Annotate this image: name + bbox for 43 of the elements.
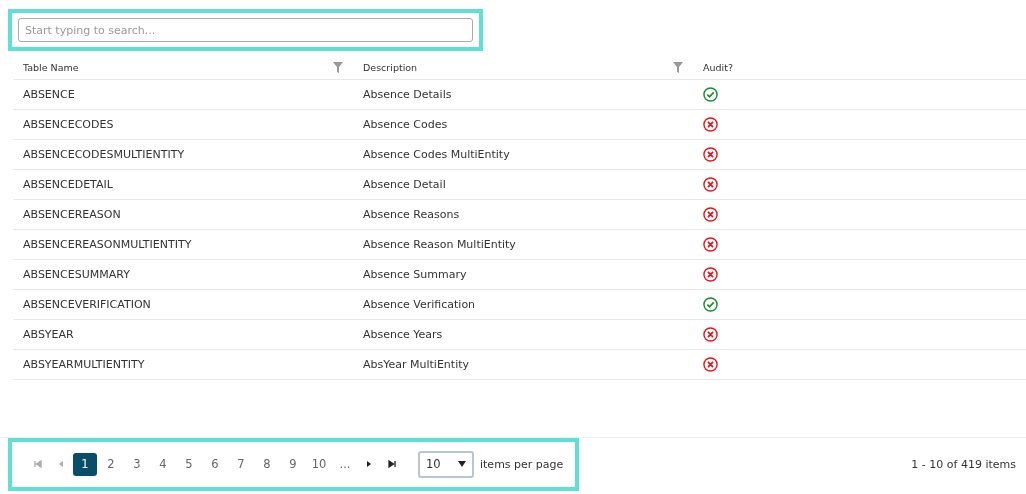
filter-icon[interactable] xyxy=(673,61,683,73)
filter-icon[interactable] xyxy=(333,61,343,73)
table-cell: ABSENCEREASONMULTIENTITY xyxy=(23,238,192,251)
page-button[interactable]: 6 xyxy=(203,452,227,476)
table-cell: Absence Codes MultiEntity xyxy=(363,148,510,161)
column-header[interactable]: Audit? xyxy=(703,61,733,73)
table-cell: ABSENCEDETAIL xyxy=(23,178,113,191)
page-size-dropdown[interactable]: 10 xyxy=(418,450,474,478)
page-button[interactable]: 10 xyxy=(307,452,331,476)
table-cell: ABSENCECODES xyxy=(23,118,114,131)
page-button[interactable]: 1 xyxy=(73,452,97,476)
table-cell: ABSENCEVERIFICATION xyxy=(23,298,151,311)
page-button[interactable]: ... xyxy=(333,452,357,476)
table-cell: ABSENCECODESMULTIENTITY xyxy=(23,148,185,161)
table-cell: Absence Details xyxy=(363,88,452,101)
page-button[interactable]: 9 xyxy=(281,452,305,476)
next-page-icon[interactable] xyxy=(366,460,372,468)
page-button[interactable]: 7 xyxy=(229,452,253,476)
table-cell: Absence Detail xyxy=(363,178,446,191)
pager-summary: 1 - 10 of 419 items xyxy=(911,457,1016,471)
caret-icon xyxy=(458,461,466,467)
table-cell: Absence Reason MultiEntity xyxy=(363,238,516,251)
table-cell: ABSENCE xyxy=(23,88,75,101)
search-field[interactable]: Start typing to search... xyxy=(18,18,473,42)
table-cell: ABSENCEREASON xyxy=(23,208,121,221)
page-button[interactable]: 2 xyxy=(99,452,123,476)
column-header[interactable]: Table Name xyxy=(23,61,79,73)
table-cell: ABSYEAR xyxy=(23,328,74,341)
page-button[interactable]: 8 xyxy=(255,452,279,476)
table-cell: Absence Reasons xyxy=(363,208,460,221)
last-page-icon[interactable] xyxy=(388,460,396,468)
table-cell: Absence Codes xyxy=(363,118,448,131)
items-per-page-label: items per page xyxy=(480,457,564,471)
page-button[interactable]: 3 xyxy=(125,452,149,476)
page-button[interactable]: 5 xyxy=(177,452,201,476)
table-cell: Absence Summary xyxy=(363,268,467,281)
table-cell: Absence Years xyxy=(363,328,443,341)
table-cell: ABSENCESUMMARY xyxy=(23,268,130,281)
table-cell: Absence Verification xyxy=(363,298,476,311)
table-cell: AbsYear MultiEntity xyxy=(363,358,470,371)
page-button[interactable]: 4 xyxy=(151,452,175,476)
table-cell: ABSYEARMULTIENTITY xyxy=(23,358,145,371)
column-header[interactable]: Description xyxy=(363,61,418,73)
